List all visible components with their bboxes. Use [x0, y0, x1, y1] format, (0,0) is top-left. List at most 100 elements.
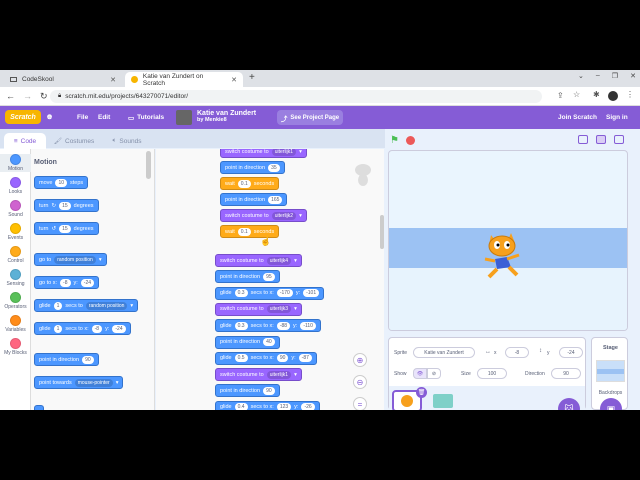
script-block[interactable]: glide 0.3 secs to x: -170 y: -101 — [215, 286, 325, 300]
y-input[interactable]: -110 — [300, 321, 316, 330]
block-input[interactable]: 40 — [263, 338, 275, 346]
delete-sprite-icon[interactable]: 🗑︎ — [416, 387, 427, 398]
go-to-xy-block[interactable]: go to x: -8 y: -24 — [34, 276, 100, 289]
block-input[interactable]: 0.1 — [237, 227, 251, 236]
see-project-page-button[interactable]: ⤴ See Project Page — [277, 110, 343, 125]
script-block[interactable]: switch costume to uiterlijk1 ▾ — [215, 368, 302, 382]
stage-canvas[interactable] — [388, 150, 628, 331]
costume-dropdown[interactable]: uiterlijk2 — [271, 211, 297, 220]
close-icon[interactable]: ✕ — [110, 76, 116, 84]
towards-dropdown[interactable]: mouse-pointer — [74, 378, 113, 387]
stop-icon[interactable] — [406, 136, 415, 145]
zoom-out-button[interactable]: ⊖ — [353, 375, 367, 389]
turn-right-block[interactable]: turn ↻ 15 degrees — [34, 199, 99, 212]
project-author[interactable]: by Menkie8 — [197, 117, 256, 123]
glide-dropdown[interactable]: random position — [85, 301, 128, 310]
category-looks[interactable]: Looks — [0, 177, 31, 195]
category-variables[interactable]: Variables — [0, 315, 31, 333]
share-icon[interactable]: ⇪ — [557, 91, 564, 100]
script-area[interactable]: switch costume to uiterlijk1 ▾ point in dir… — [156, 149, 384, 410]
x-input[interactable]: 90 — [276, 354, 289, 363]
block-input[interactable]: 0.1 — [237, 179, 251, 188]
small-stage-icon[interactable] — [578, 135, 588, 144]
glide-to-block[interactable]: glide 1 secs to random position ▾ — [34, 299, 139, 312]
steps-input[interactable]: 10 — [55, 178, 68, 187]
x-input[interactable]: -170 — [276, 289, 293, 298]
y-input[interactable]: -101 — [303, 289, 320, 298]
block-input[interactable]: 95 — [263, 272, 275, 281]
script-block[interactable]: point in direction 165 — [220, 193, 288, 206]
point-towards-block[interactable]: point towards mouse-pointer ▾ — [34, 376, 124, 389]
reload-icon[interactable]: ↻ — [40, 91, 48, 102]
close-icon[interactable]: ✕ — [231, 76, 237, 84]
extensions-icon[interactable]: ✱ — [593, 90, 600, 99]
x-input[interactable]: -8 — [60, 278, 71, 287]
costume-dropdown[interactable]: uiterlijk1 — [266, 370, 292, 379]
script-block[interactable]: point in direction 90 — [215, 384, 280, 398]
chevron-down-icon[interactable]: ⌄ — [578, 72, 584, 80]
sprite-thumbnail-2[interactable] — [433, 394, 453, 408]
category-control[interactable]: Control — [0, 246, 31, 264]
maximize-icon[interactable]: ❐ — [612, 72, 618, 80]
tutorials-menu[interactable]: ▭ Tutorials — [128, 106, 164, 129]
secs-input[interactable]: 1 — [53, 324, 63, 333]
y-input[interactable]: -24 — [80, 278, 95, 287]
sign-in-link[interactable]: Sign in — [606, 106, 628, 129]
minimize-icon[interactable]: – — [596, 72, 600, 80]
scratch-logo[interactable]: Scratch — [5, 110, 41, 124]
costume-dropdown[interactable]: uiterlijk4 — [266, 256, 292, 265]
fullscreen-icon[interactable] — [614, 135, 624, 144]
x-input[interactable]: 123 — [276, 403, 292, 410]
script-block[interactable]: point in direction 35 — [220, 161, 285, 174]
category-motion[interactable]: Motion — [0, 154, 31, 172]
category-my-blocks[interactable]: My Blocks — [0, 338, 31, 356]
tab-costumes[interactable]: 🖌︎ Costumes — [48, 133, 100, 149]
go-to-block[interactable]: go to random position ▾ — [34, 253, 107, 266]
file-menu[interactable]: File — [77, 106, 88, 129]
script-block[interactable]: glide 0.5 secs to x: 90 y: -87 — [215, 351, 317, 365]
turn-left-block[interactable]: turn ↺ 15 degrees — [34, 222, 99, 235]
zoom-reset-button[interactable]: = — [353, 397, 367, 410]
block-input[interactable]: 0.4 — [234, 403, 248, 410]
y-input[interactable]: -87 — [298, 354, 312, 363]
menu-icon[interactable]: ⋮ — [626, 90, 634, 99]
script-block[interactable]: switch costume to uiterlijk1 ▾ — [220, 149, 307, 158]
forward-icon[interactable]: → — [23, 91, 32, 101]
script-scrollbar[interactable] — [380, 215, 384, 249]
secs-input[interactable]: 1 — [53, 301, 63, 310]
katie-sprite[interactable] — [481, 229, 527, 281]
tab-code[interactable]: ≡ Code — [4, 133, 46, 149]
hide-button[interactable]: ⊘ — [427, 368, 441, 379]
browser-tab-scratch[interactable]: Katie van Zundert on Scratch ✕ — [125, 72, 243, 87]
green-flag-icon[interactable]: ⚑ — [390, 135, 399, 146]
direction-input[interactable]: 90 — [82, 355, 94, 364]
new-tab-button[interactable]: + — [249, 72, 255, 83]
script-block[interactable]: switch costume to uiterlijk3 ▾ — [215, 302, 302, 316]
size-input[interactable]: 100 — [477, 368, 507, 379]
star-icon[interactable]: ☆ — [573, 90, 580, 99]
y-input[interactable]: -26 — [301, 403, 315, 410]
close-window-icon[interactable]: ✕ — [630, 72, 636, 80]
block-input[interactable]: 0.3 — [234, 289, 248, 298]
category-sensing[interactable]: Sensing — [0, 269, 31, 287]
tab-sounds[interactable]: 🔈︎ Sounds — [102, 133, 152, 149]
palette-scrollbar[interactable] — [146, 151, 151, 179]
category-operators[interactable]: Operators — [0, 292, 31, 310]
edit-menu[interactable]: Edit — [98, 106, 110, 129]
direction-input[interactable]: 90 — [551, 368, 581, 379]
url-field[interactable]: 🔒︎ scratch.mit.edu/projects/643270071/ed… — [50, 90, 542, 103]
category-events[interactable]: Events — [0, 223, 31, 241]
backdrop-thumbnail[interactable] — [596, 360, 625, 382]
sprite-name-input[interactable]: Katie van Zundert — [413, 347, 475, 358]
block-input[interactable]: 0.5 — [234, 354, 248, 363]
zoom-in-button[interactable]: ⊕ — [353, 353, 367, 367]
x-input[interactable]: -8 — [91, 324, 103, 333]
avatar[interactable] — [608, 91, 618, 101]
block-input[interactable]: 0.3 — [234, 321, 248, 330]
degrees-input[interactable]: 15 — [59, 201, 71, 210]
x-input[interactable]: -88 — [276, 321, 291, 330]
script-block[interactable]: switch costume to uiterlijk4 ▾ — [215, 254, 302, 267]
point-in-direction-block[interactable]: point in direction 90 — [34, 353, 99, 366]
costume-dropdown[interactable]: uiterlijk1 — [271, 149, 297, 156]
back-icon[interactable]: ← — [6, 91, 15, 101]
